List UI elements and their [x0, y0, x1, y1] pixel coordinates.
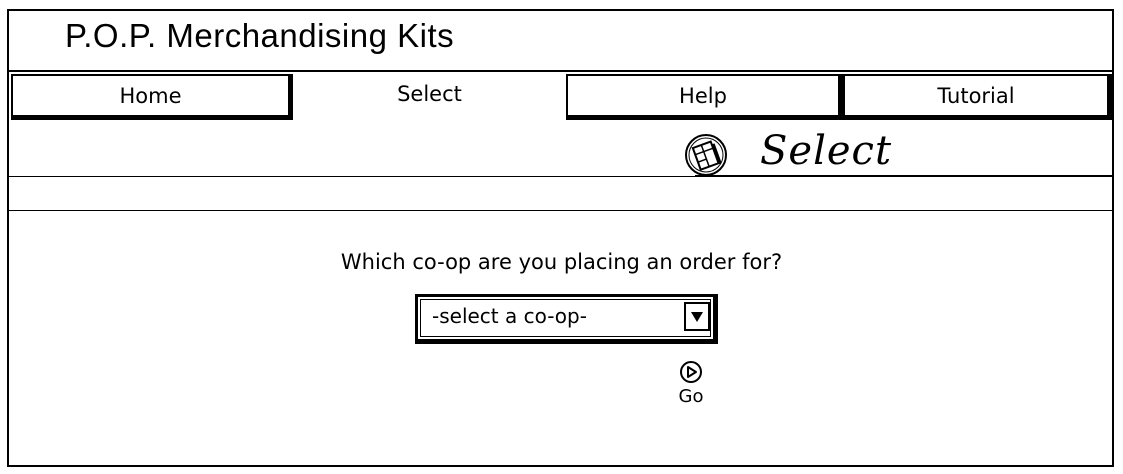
page-title-underline [695, 175, 1112, 177]
tab-select[interactable]: Select [293, 74, 566, 120]
page-title: Select [760, 128, 893, 174]
tab-help-label: Help [679, 84, 727, 108]
tab-tutorial-label: Tutorial [937, 84, 1015, 108]
tab-bar-top-rule [9, 70, 1112, 72]
tab-select-label: Select [397, 82, 462, 106]
select-page-icon [685, 134, 727, 176]
go-arrow-icon [680, 361, 702, 383]
tab-tutorial[interactable]: Tutorial [843, 74, 1112, 120]
tab-home[interactable]: Home [11, 74, 293, 120]
tab-home-label: Home [119, 84, 182, 108]
tab-help[interactable]: Help [566, 74, 843, 120]
go-label: Go [678, 386, 704, 407]
app-title: P.O.P. Merchandising Kits [65, 17, 455, 54]
coop-select[interactable]: -select a co-op- [415, 294, 718, 344]
coop-question-label: Which co-op are you placing an order for… [340, 250, 783, 274]
coop-question-text: Which co-op are you placing an order for… [0, 250, 1123, 274]
chevron-down-icon[interactable] [684, 302, 710, 331]
coop-select-value: -select a co-op- [432, 304, 587, 328]
go-button[interactable]: Go [671, 360, 711, 407]
header-rule-bottom [9, 210, 1112, 211]
